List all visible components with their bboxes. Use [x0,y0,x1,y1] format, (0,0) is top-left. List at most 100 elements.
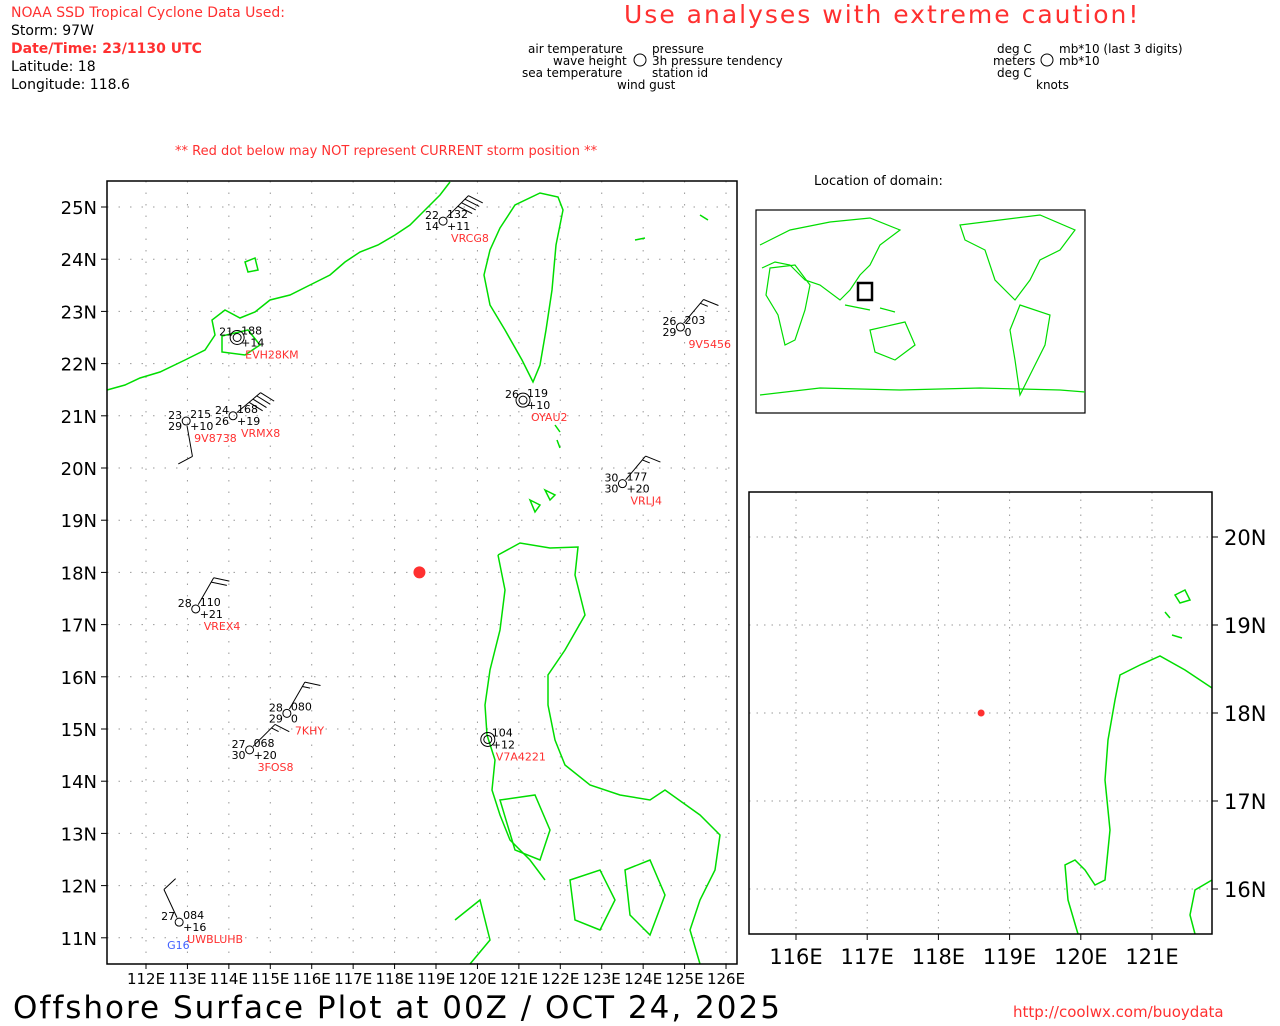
wind-barb-half [642,459,650,464]
station-id: VRCG8 [451,232,489,245]
lon-tick-label: 115E [251,970,289,988]
lon-tick-label: 126E [707,970,745,988]
station-vrlj4: 3030177+20VRLJ4 [604,455,662,508]
lat-tick-label: 24N [61,250,97,271]
island-palawan [454,898,491,965]
sea-temperature: 14 [425,220,439,233]
lat-tick-label: 14N [61,772,97,793]
plot-title: Offshore Surface Plot at 00Z / OCT 24, 2… [13,990,782,1026]
station-circle-icon [282,708,292,718]
lon-tick-label: 118E [376,970,414,988]
lon-tick-label: 117E [334,970,372,988]
inset-lat-label: 19N [1224,614,1266,638]
station-vrcg8: 2214132+11VRCG8 [425,195,489,245]
inset-storm-dot [977,709,985,717]
wind-barb-full [703,299,719,306]
wind-barb-half [271,727,279,733]
island-babuyan [528,488,557,514]
air-temperature: 26 [505,388,519,401]
station-id: VRLJ4 [630,495,662,508]
inset-island [1164,588,1192,639]
main-axis-labels: 25N 24N 23N 22N 21N 20N 19N 18N 17N 16N 15N 14N 13N 1… [61,198,745,988]
station-circle-icon [181,416,191,426]
inset-lat-label: 20N [1224,526,1266,550]
station-circle-icon [518,395,528,405]
plot-canvas: 25N 24N 23N 22N 21N 20N 19N 18N 17N 16N 15N 14N 13N 1… [61,53,1266,988]
inset-lat-label: 16N [1224,878,1266,902]
station-circle-icon [617,479,627,489]
inset-lon-label: 117E [841,945,894,969]
air-temperature: 27 [161,910,175,923]
inset-lon-label: 121E [1125,945,1178,969]
wind-barb-full [645,455,661,463]
station-observations: 2214132+11VRCG821 188+14EVH28KM2329215+10… [161,195,731,952]
island-north [244,256,259,273]
station-circle-icon [228,411,238,421]
inset-lat-label: 18N [1224,702,1266,726]
legend-station-circle-icon [633,53,647,67]
sea-temperature: 29 [269,712,283,725]
station-7khy: 282908007KHY [269,681,324,737]
station-id: UWBLUHB [187,933,243,946]
lat-tick-label: 21N [61,407,97,428]
station-id: OYAU2 [531,411,568,424]
lat-tick-label: 23N [61,302,97,323]
wind-barb-half [700,302,708,307]
station-id: VRMX8 [241,427,280,440]
lon-tick-label: 114E [210,970,248,988]
lon-tick-label: 116E [293,970,331,988]
wind-gust: G16 [167,939,190,952]
wind-barb-half [302,686,311,689]
lon-tick-label: 119E [417,970,455,988]
lon-tick-label: 112E [127,970,165,988]
lon-tick-label: 121E [500,970,538,988]
sea-temperature: 29 [168,420,182,433]
lon-tick-label: 122E [541,970,579,988]
station-circle-icon [174,917,184,927]
inset-map: 20N 19N 18N 17N 16N 116E 117E 118E 119E 120E 121E [748,491,1266,969]
inset-lat-label: 17N [1224,790,1266,814]
lat-tick-label: 11N [61,929,97,950]
lat-tick-label: 16N [61,668,97,689]
station-vrex4: 28 110+21VREX4 [178,577,240,633]
inset-luzon [1064,655,1213,935]
station-oyau2: 26 119+10OYAU2 [505,387,568,424]
lat-tick-label: 22N [61,355,97,376]
lon-tick-label: 125E [666,970,704,988]
lat-tick-label: 18N [61,563,97,584]
lon-tick-label: 120E [458,970,496,988]
station-id: V7A4221 [496,750,546,763]
station-uwbluhb: 27 084+16UWBLUHBG16 [161,878,243,952]
sea-temperature: 30 [604,483,618,496]
inset-lon-label: 119E [983,945,1036,969]
station-id: 9V5456 [688,338,731,351]
island-taiwan [483,192,564,384]
inset-mindoro [1189,879,1213,935]
air-temperature: 21 [219,326,233,339]
lon-tick-label: 123E [583,970,621,988]
station-circle-icon [245,745,255,755]
island-ryukyu [634,214,709,241]
station-id: 7KHY [295,724,324,737]
wind-barb-full [163,878,176,890]
island-panay [569,869,616,931]
lat-tick-label: 25N [61,198,97,219]
island-batanes [554,424,561,449]
station-id: 9V8738 [194,432,237,445]
inset-coastlines [1064,588,1213,935]
world-locator-map [755,209,1086,414]
station-9v5456: 262920309V5456 [662,299,731,351]
source-url[interactable]: http://coolwx.com/buoydata [1013,1003,1224,1021]
world-frame [755,209,1086,414]
lat-tick-label: 15N [61,720,97,741]
inset-lon-label: 116E [769,945,822,969]
air-temperature: 28 [178,597,192,610]
sea-temperature: 26 [215,415,229,428]
lon-tick-label: 124E [624,970,662,988]
inset-lon-label: 120E [1054,945,1107,969]
lat-tick-label: 12N [61,877,97,898]
station-circle-icon [438,216,448,226]
wind-barb-full [213,577,230,582]
wind-barb-full [304,681,321,686]
station-circle-icon [191,604,201,614]
